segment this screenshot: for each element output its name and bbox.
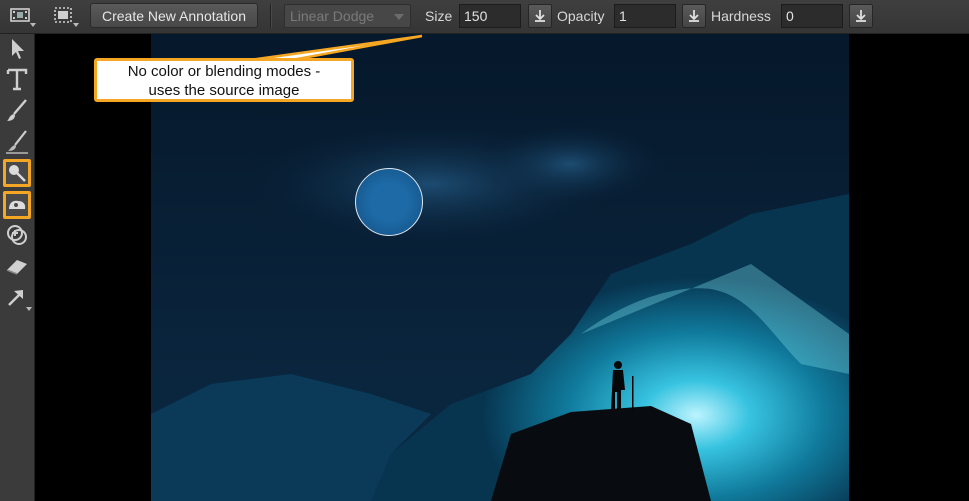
top-toolbar: Create New Annotation Linear Dodge Size …	[0, 0, 969, 34]
burn-icon	[9, 200, 26, 209]
text-icon	[6, 68, 28, 91]
select-arrow-icon	[12, 39, 24, 59]
image-canvas[interactable]	[151, 34, 849, 501]
eraser-tool-button[interactable]	[3, 252, 31, 280]
frame-select-icon[interactable]	[53, 6, 79, 27]
size-label: Size	[425, 8, 453, 24]
paint-brush-icon	[7, 99, 27, 121]
ice-cave-photo	[151, 34, 849, 501]
chevron-down-icon	[394, 14, 404, 20]
clone-tool-button[interactable]	[3, 221, 31, 249]
opacity-download-button[interactable]	[682, 4, 706, 28]
hardness-label: Hardness	[711, 8, 771, 24]
brush-tool-button[interactable]	[3, 96, 31, 124]
chevron-down-icon	[26, 307, 32, 311]
download-icon	[535, 10, 545, 22]
opacity-input[interactable]: 1	[614, 4, 676, 28]
soft-brush-icon	[6, 130, 28, 154]
soft-brush-tool-button[interactable]	[3, 128, 31, 156]
clone-icon	[7, 225, 27, 245]
size-input[interactable]: 150	[459, 4, 521, 28]
film-frame-icon[interactable]	[10, 6, 36, 27]
dodge-tool-button[interactable]	[3, 159, 31, 187]
callout-line-1: No color or blending modes -	[127, 63, 321, 80]
blend-mode-value: Linear Dodge	[290, 8, 375, 24]
arrow-tool-button[interactable]	[3, 283, 32, 311]
hardness-download-button[interactable]	[849, 4, 873, 28]
opacity-label: Opacity	[557, 8, 605, 24]
download-icon	[689, 10, 699, 22]
burn-tool-button[interactable]	[3, 191, 31, 219]
hardness-input[interactable]: 0	[781, 4, 843, 28]
blend-mode-select[interactable]: Linear Dodge	[284, 4, 411, 28]
eraser-icon	[6, 260, 27, 275]
select-tool-button[interactable]	[3, 35, 31, 63]
callout-note: No color or blending modes - uses the so…	[94, 58, 354, 102]
annotation-toolbox	[0, 34, 35, 501]
dodge-icon	[9, 165, 26, 182]
size-download-button[interactable]	[528, 4, 552, 28]
download-icon	[856, 10, 866, 22]
text-tool-button[interactable]	[3, 65, 31, 93]
create-new-annotation-button[interactable]: Create New Annotation	[90, 3, 258, 28]
callout-line-2: uses the source image	[148, 82, 300, 99]
toolbar-divider	[270, 4, 272, 28]
brush-cursor	[355, 168, 423, 236]
